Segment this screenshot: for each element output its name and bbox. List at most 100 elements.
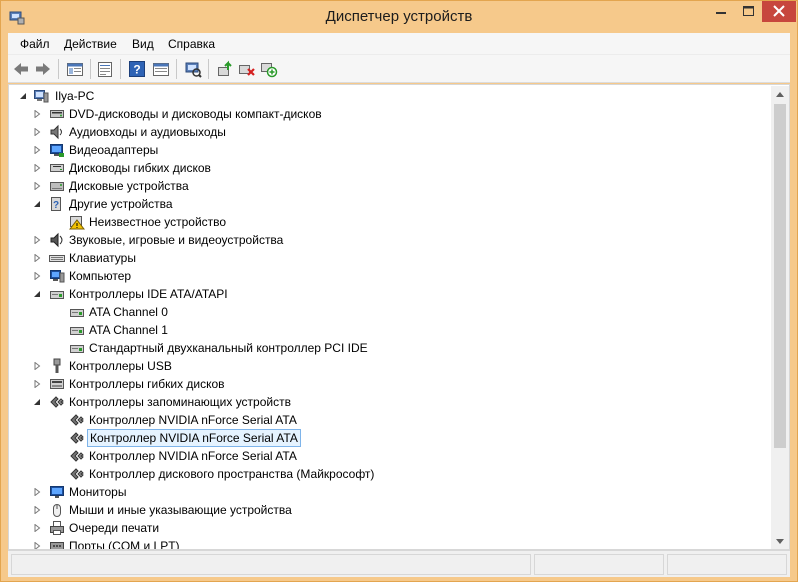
status-cell [11,554,531,575]
collapsed-arrow-icon[interactable] [33,128,41,136]
tree-item-label: Мониторы [69,485,127,499]
expanded-arrow-icon[interactable] [33,200,41,208]
vertical-scrollbar[interactable] [771,86,789,550]
collapsed-arrow-icon[interactable] [33,362,41,370]
computer-icon [34,90,49,103]
collapsed-arrow-icon[interactable] [33,182,41,190]
disk-drive-icon [50,182,64,191]
collapsed-arrow-icon[interactable] [33,236,41,244]
storage-controller-icon [70,468,84,480]
device-tree[interactable]: Ilya-PC DVD-дисководы и дисководы компак… [8,84,790,550]
tree-item-label: ATA Channel 0 [89,305,168,319]
toolbar-separator [58,59,59,79]
computer-icon [50,270,65,283]
update-driver-icon[interactable] [216,60,234,78]
tree-item-label: Компьютер [69,269,132,283]
collapsed-arrow-icon[interactable] [33,110,41,118]
mouse-icon [53,504,61,517]
view-icon[interactable] [152,60,170,78]
tree-item-label: Порты (COM и LPT) [69,539,180,550]
toolbar-separator [208,59,209,79]
tree-item-label: Контроллер NVIDIA nForce Serial ATA [89,413,297,427]
collapsed-arrow-icon[interactable] [33,272,41,280]
collapsed-arrow-icon[interactable] [33,146,41,154]
toolbar: ? [8,55,790,83]
minimize-button[interactable] [707,1,735,22]
maximize-button[interactable] [735,1,762,22]
expanded-arrow-icon[interactable] [33,290,41,298]
svg-text:?: ? [53,200,59,211]
monitor-icon [50,486,64,498]
scroll-down-arrow-icon[interactable] [771,533,789,550]
help-icon[interactable]: ? [128,60,146,78]
menu-action[interactable]: Действие [64,37,117,51]
other-devices-icon: ? [51,197,61,211]
storage-controller-icon [70,414,84,426]
selected-device-label: Контроллер NVIDIA nForce Serial ATA [87,429,301,447]
toolbar-separator [90,59,91,79]
ide-controller-icon [50,291,64,299]
properties-icon[interactable] [96,60,114,78]
tree-item-label: Дисководы гибких дисков [69,161,211,175]
add-device-icon[interactable] [260,60,278,78]
sound-icon [50,232,63,248]
tree-item-label: Видеоадаптеры [69,143,159,157]
collapsed-arrow-icon[interactable] [33,506,41,514]
status-cell [667,554,787,575]
audio-icon [50,124,62,140]
floppy-controller-icon [50,379,64,389]
floppy-drive-icon [50,164,64,172]
tree-item-label: DVD-дисководы и дисководы компакт-дисков [69,107,322,121]
tree-item-label: Контроллеры USB [69,359,172,373]
tree-item-label: Контроллеры IDE ATA/ATAPI [69,287,228,301]
storage-controller-icon [70,432,84,444]
scrollbar-thumb[interactable] [774,104,786,448]
tree-item-label: Контроллер дискового пространства (Майкр… [89,467,375,481]
keyboard-icon [49,255,65,262]
tree-item-label: Неизвестное устройство [89,215,227,229]
tree-item-label: Дисковые устройства [69,179,189,193]
status-cell [534,554,664,575]
back-icon[interactable] [12,60,30,78]
svg-text:?: ? [133,63,140,77]
show-hide-tree-icon[interactable] [66,60,84,78]
scroll-up-arrow-icon[interactable] [771,86,789,103]
tree-item-label: Аудиовходы и аудиовыходы [69,125,226,139]
tree-item-label: Контроллеры запоминающих устройств [69,395,291,409]
tree-item-label: Контроллер NVIDIA nForce Serial ATA [89,449,297,463]
tree-item-label: Другие устройства [69,197,173,211]
storage-controller-icon [50,396,64,408]
usb-icon [53,358,61,373]
tree-item-label: Очереди печати [69,521,160,535]
collapsed-arrow-icon[interactable] [33,164,41,172]
storage-controller-icon [70,450,84,462]
menu-help[interactable]: Справка [168,37,215,51]
close-button[interactable] [762,1,796,22]
tree-item-label: Клавиатуры [69,251,136,265]
tree-root-label: Ilya-PC [55,89,95,103]
tree-item-label: Мыши и иные указывающие устройства [69,503,292,517]
forward-icon[interactable] [34,60,52,78]
collapsed-arrow-icon[interactable] [33,254,41,262]
menu-view[interactable]: Вид [132,37,154,51]
menu-file[interactable]: Файл [20,37,50,51]
expanded-arrow-icon[interactable] [19,92,27,100]
collapsed-arrow-icon[interactable] [33,488,41,496]
collapsed-arrow-icon[interactable] [33,524,41,532]
menu-bar: Файл Действие Вид Справка [8,33,790,55]
title-bar[interactable]: Диспетчер устройств [1,1,797,33]
collapsed-arrow-icon[interactable] [33,542,41,550]
display-adapter-icon [50,144,64,157]
expanded-arrow-icon[interactable] [33,398,41,406]
collapsed-arrow-icon[interactable] [33,380,41,388]
scan-hardware-icon[interactable] [184,60,202,78]
unknown-device-warning-icon [69,216,85,230]
ide-channel-icon [70,345,84,353]
ide-channel-icon [70,327,84,335]
uninstall-icon[interactable] [238,60,256,78]
ide-channel-icon [70,309,84,317]
tree-item-label: Контроллеры гибких дисков [69,377,225,391]
printer-icon [50,521,64,535]
port-icon [50,542,64,549]
window-title: Диспетчер устройств [325,8,473,25]
